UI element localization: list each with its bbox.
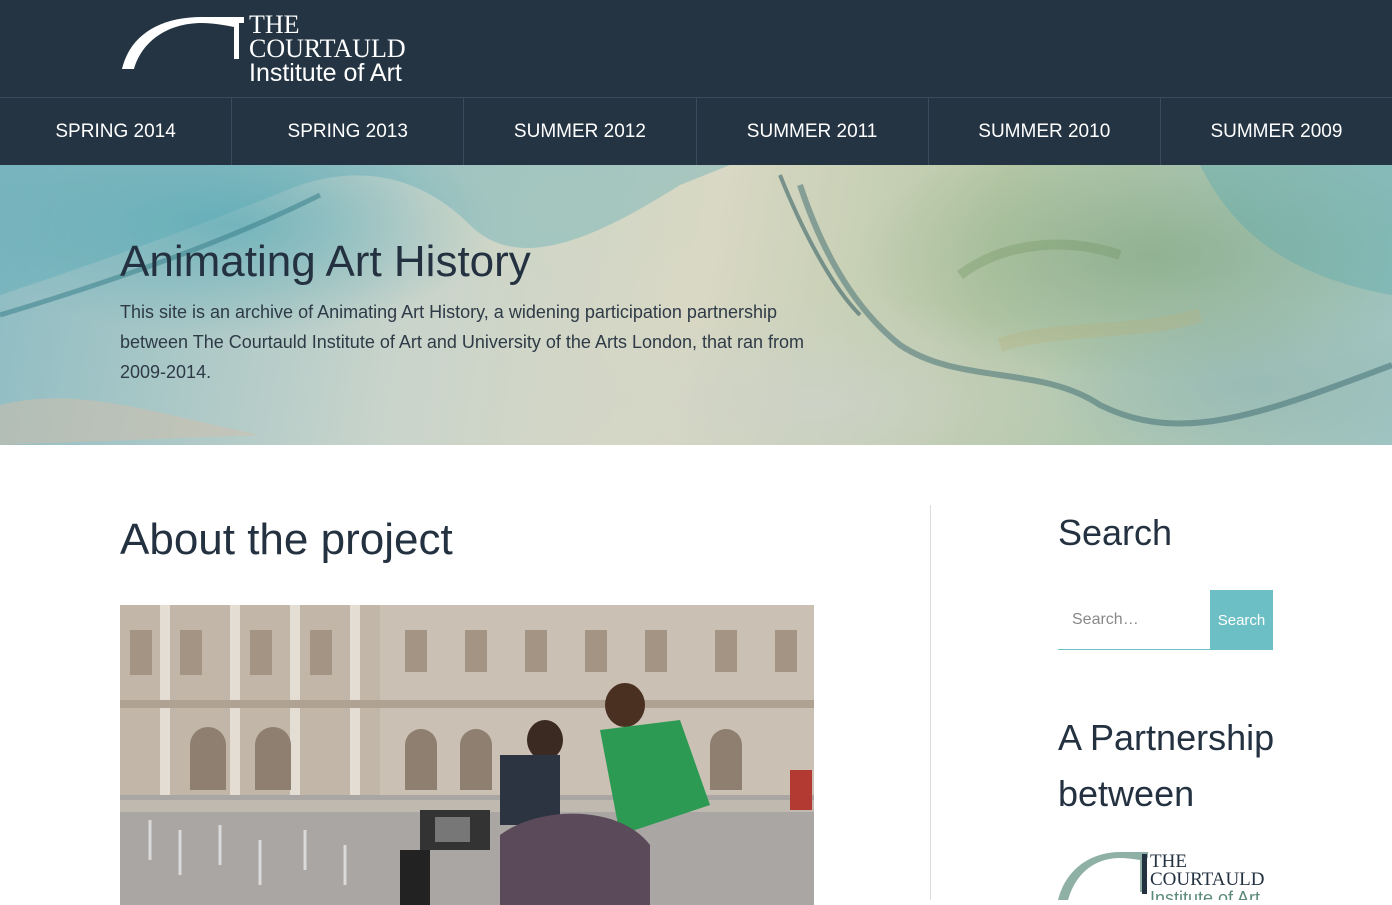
page-title: About the project xyxy=(120,515,453,564)
sidebar: Search Search A Partnership between THE … xyxy=(1058,505,1274,900)
main-nav: SPRING 2014 SPRING 2013 SUMMER 2012 SUMM… xyxy=(0,97,1392,165)
hero-description: This site is an archive of Animating Art… xyxy=(120,302,805,382)
partner-courtauld-logo[interactable]: THE COURTAULD Institute of Art xyxy=(1058,850,1278,900)
nav-item-summer-2009[interactable]: SUMMER 2009 xyxy=(1161,98,1392,165)
courtauld-logo[interactable]: THE COURTAULD Institute of Art xyxy=(120,10,420,88)
courtyard-photo-image xyxy=(120,605,814,905)
hero-banner: Animating Art History This site is an ar… xyxy=(0,165,1392,445)
search-form: Search xyxy=(1058,590,1273,650)
nav-item-summer-2010[interactable]: SUMMER 2010 xyxy=(929,98,1161,165)
nav-item-spring-2013[interactable]: SPRING 2013 xyxy=(232,98,465,165)
partner-logo-wordmark: THE COURTAULD Institute of Art xyxy=(1150,852,1265,900)
logo-line-institute: Institute of Art xyxy=(249,59,402,87)
project-photo xyxy=(120,605,814,905)
logo-wordmark: THE COURTAULD Institute of Art xyxy=(249,12,406,86)
search-widget-title: Search xyxy=(1058,512,1173,553)
search-input[interactable] xyxy=(1058,590,1210,650)
hero-title: Animating Art History xyxy=(120,237,531,286)
content-divider xyxy=(930,505,931,900)
main-content: About the project xyxy=(120,505,814,905)
arch-logo-icon xyxy=(1058,852,1148,900)
arch-logo-icon xyxy=(122,17,244,69)
site-header: THE COURTAULD Institute of Art xyxy=(0,0,1392,97)
nav-item-summer-2012[interactable]: SUMMER 2012 xyxy=(464,98,697,165)
partner-logo-line-courtauld: COURTAULD xyxy=(1150,869,1265,890)
search-button[interactable]: Search xyxy=(1210,590,1273,650)
partner-logo-line-institute: Institute of Art xyxy=(1150,888,1261,900)
partnership-widget-title: A Partnership between xyxy=(1058,717,1275,814)
nav-item-summer-2011[interactable]: SUMMER 2011 xyxy=(697,98,929,165)
nav-item-spring-2014[interactable]: SPRING 2014 xyxy=(0,98,233,165)
